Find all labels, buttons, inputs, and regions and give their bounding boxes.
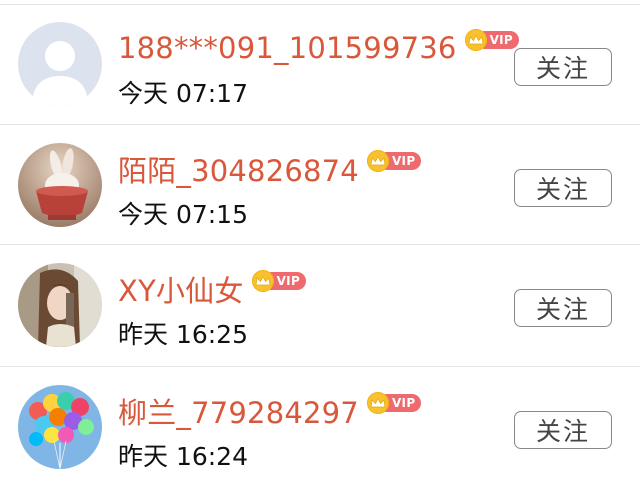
username[interactable]: 188***091_101599736 (118, 31, 457, 65)
follow-list: 188***091_101599736 VIP 今天 07:17 关注 陌陌_3… (0, 4, 640, 492)
username[interactable]: 陌陌_304826874 (118, 148, 359, 190)
vip-badge: VIP (251, 270, 307, 292)
crown-icon (251, 270, 274, 292)
follow-button[interactable]: 关注 (514, 411, 612, 449)
list-item[interactable]: 陌陌_304826874 VIP 今天 07:15 关注 (0, 125, 640, 245)
crown-icon (366, 392, 389, 414)
vip-badge: VIP (366, 392, 422, 414)
username[interactable]: XY小仙女 (118, 268, 244, 310)
crown-icon (464, 29, 487, 51)
timestamp: 昨天 16:25 (118, 320, 248, 349)
list-item[interactable]: 柳兰_779284297 VIP 昨天 16:24 关注 (0, 367, 640, 492)
timestamp: 今天 07:15 (118, 200, 248, 229)
list-item[interactable]: 188***091_101599736 VIP 今天 07:17 关注 (0, 4, 640, 125)
name-line: 柳兰_779284297 VIP (118, 390, 422, 432)
avatar-balloons[interactable] (18, 385, 102, 469)
avatar-rabbit[interactable] (18, 143, 102, 227)
name-line: XY小仙女 VIP (118, 268, 307, 310)
timestamp: 今天 07:17 (118, 79, 248, 108)
girl-photo-icon (18, 263, 102, 347)
avatar-girl[interactable] (18, 263, 102, 347)
user-silhouette-icon (18, 22, 102, 106)
follow-button[interactable]: 关注 (514, 289, 612, 327)
balloons-photo-icon (18, 385, 102, 469)
follow-button[interactable]: 关注 (514, 48, 612, 86)
rabbit-photo-icon (18, 143, 102, 227)
vip-badge: VIP (464, 29, 520, 51)
username[interactable]: 柳兰_779284297 (118, 390, 359, 432)
timestamp: 昨天 16:24 (118, 442, 248, 471)
list-item[interactable]: XY小仙女 VIP 昨天 16:25 关注 (0, 245, 640, 367)
follow-button[interactable]: 关注 (514, 169, 612, 207)
name-line: 188***091_101599736 VIP (118, 28, 520, 68)
crown-icon (366, 150, 389, 172)
avatar-default-user[interactable] (18, 22, 102, 106)
name-line: 陌陌_304826874 VIP (118, 148, 422, 190)
vip-badge: VIP (366, 150, 422, 172)
